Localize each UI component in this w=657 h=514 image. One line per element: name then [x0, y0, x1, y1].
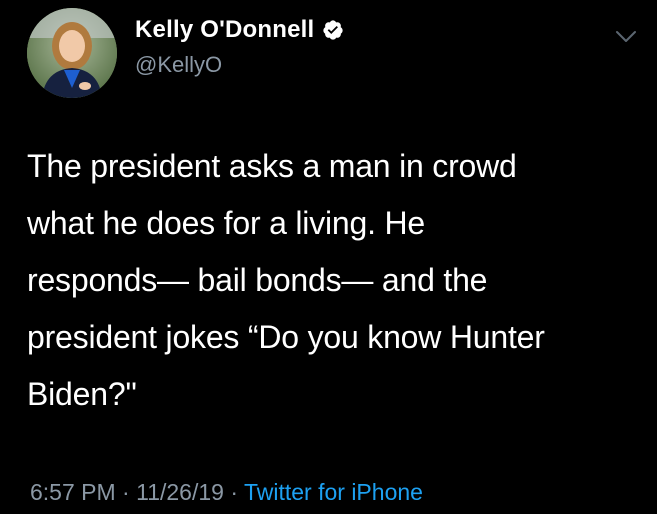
meta-separator: · — [115, 479, 137, 505]
display-name[interactable]: Kelly O'Donnell — [135, 16, 314, 44]
tweet-source-link[interactable]: Twitter for iPhone — [244, 479, 423, 505]
profile-photo-icon — [27, 8, 117, 98]
tweet-meta: 6:57 PM · 11/26/19 · Twitter for iPhone — [30, 479, 423, 506]
chevron-down-icon[interactable] — [615, 30, 637, 44]
user-handle[interactable]: @KellyO — [135, 52, 222, 78]
author-line: Kelly O'Donnell — [135, 16, 344, 44]
meta-separator: · — [223, 479, 244, 505]
tweet: Kelly O'Donnell @KellyO The president as… — [0, 0, 657, 514]
tweet-date[interactable]: 11/26/19 — [136, 479, 224, 505]
tweet-text: The president asks a man in crowd what h… — [27, 148, 545, 412]
tweet-time[interactable]: 6:57 PM — [30, 479, 116, 505]
avatar[interactable] — [27, 8, 117, 98]
verified-badge-icon — [322, 19, 344, 41]
